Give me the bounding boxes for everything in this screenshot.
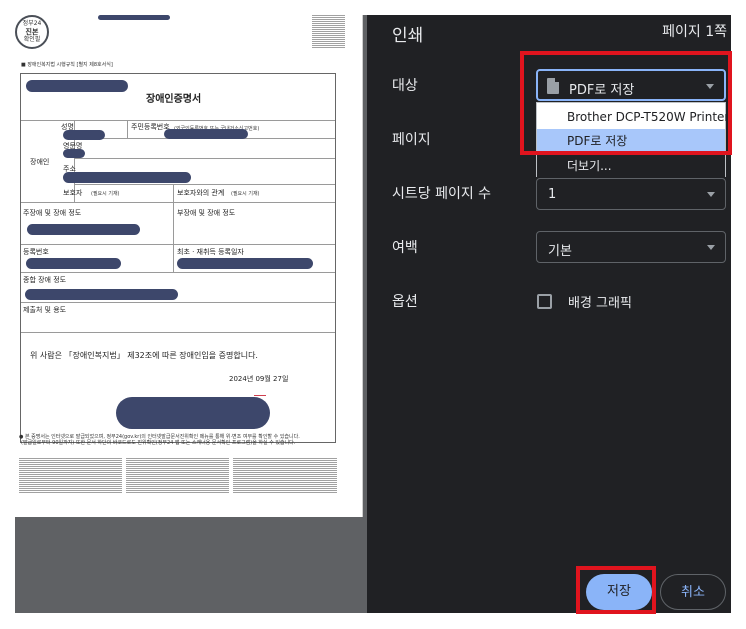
seal-text: 확인필 [23,36,41,43]
redacted-text [26,80,128,92]
options-label: 옵션 [392,294,418,310]
seal-stamp: 정부24 진본 확인필 [15,15,49,49]
redacted-issuer-seal [116,397,270,429]
red-mark [254,395,266,396]
issue-date: 2024년 09월 27일 [229,375,289,383]
relation-note: (필요시 기재) [231,191,260,197]
print-preview: 정부24 진본 확인필 ■ 장애인복지법 시행규칙 [별지 제8호서식] 장애인… [15,15,367,613]
save-button[interactable]: 저장 [586,574,652,610]
redacted-text [98,15,170,20]
relation-label: 보호자와의 관계 [177,189,225,197]
chevron-down-icon [707,245,715,250]
redacted-text [27,224,140,235]
print-settings-panel: 인쇄 페이지 1쪽 대상 PDF로 저장 Brother DCP-T520W P… [367,15,731,613]
barcode-image [126,457,229,493]
seal-text: 진본 [25,28,39,36]
redacted-text [63,130,105,140]
redacted-text [26,258,121,269]
margins-value: 기본 [548,244,572,259]
destination-label: 대상 [392,78,418,94]
guardian-label: 보호자 [63,189,83,197]
margins-select[interactable]: 기본 [536,231,726,263]
form-note: ■ 장애인복지법 시행규칙 [별지 제8호서식] [21,62,113,68]
sub-disability-label: 부장애 및 장애 정도 [177,209,236,217]
reg-no-label: 등록번호 [23,248,49,256]
barcode-image [19,457,122,493]
preview-page: 정부24 진본 확인필 ■ 장애인복지법 시행규칙 [별지 제8호서식] 장애인… [15,15,363,517]
footer-note: (발급일로부터 90일까지) 또한 문서 하단의 바코드로도 진위확인(정부24… [21,440,296,446]
pages-per-sheet-label: 시트당 페이지 수 [392,186,492,202]
barcode-image [312,15,345,48]
option-save-as-pdf[interactable]: PDF로 저장 [537,129,725,153]
background-graphics-label[interactable]: 배경 그래픽 [568,292,632,311]
first-reg-date-label: 최초 · 재취득 등록일자 [177,248,244,256]
destination-value: PDF로 저장 [569,83,635,98]
chevron-down-icon [706,84,714,89]
pages-per-sheet-value: 1 [548,187,557,202]
background-graphics-checkbox[interactable] [537,294,552,309]
pages-per-sheet-select[interactable]: 1 [536,178,726,210]
dialog-title: 인쇄 [392,26,424,46]
section-label: 장애인 [30,158,50,166]
seal-text: 정부24 [22,20,42,27]
redacted-text [177,258,313,269]
redacted-text [25,289,178,300]
guardian-note: (필요시 기재) [91,191,120,197]
pages-label: 페이지 [392,132,431,148]
redacted-text [164,129,248,139]
submit-to-label: 제출처 및 용도 [23,306,67,314]
redacted-text [63,149,85,158]
barcode-image [233,457,337,493]
destination-select[interactable]: PDF로 저장 [536,69,726,101]
certificate-form: 장애인증명서 장애인 성명 주민등록번호 (외국인등록번호 또는 국내거소신고번… [20,73,336,443]
option-brother-printer[interactable]: Brother DCP-T520W Printer [537,105,729,129]
overall-degree-label: 종합 장애 정도 [23,276,67,284]
cancel-button[interactable]: 취소 [660,574,726,610]
main-disability-label: 주장애 및 장애 정도 [23,209,82,217]
page-count: 페이지 1쪽 [662,24,727,40]
statement-text: 위 사람은 「장애인복지법」 제32조에 따른 장애인임을 증명합니다. [30,351,258,360]
destination-dropdown: Brother DCP-T520W Printer PDF로 저장 더보기... [536,102,729,178]
option-see-more[interactable]: 더보기... [537,154,725,178]
certificate-title: 장애인증명서 [146,94,202,105]
chevron-down-icon [707,192,715,197]
margins-label: 여백 [392,240,418,256]
document-icon [547,78,559,94]
redacted-text [63,172,191,183]
